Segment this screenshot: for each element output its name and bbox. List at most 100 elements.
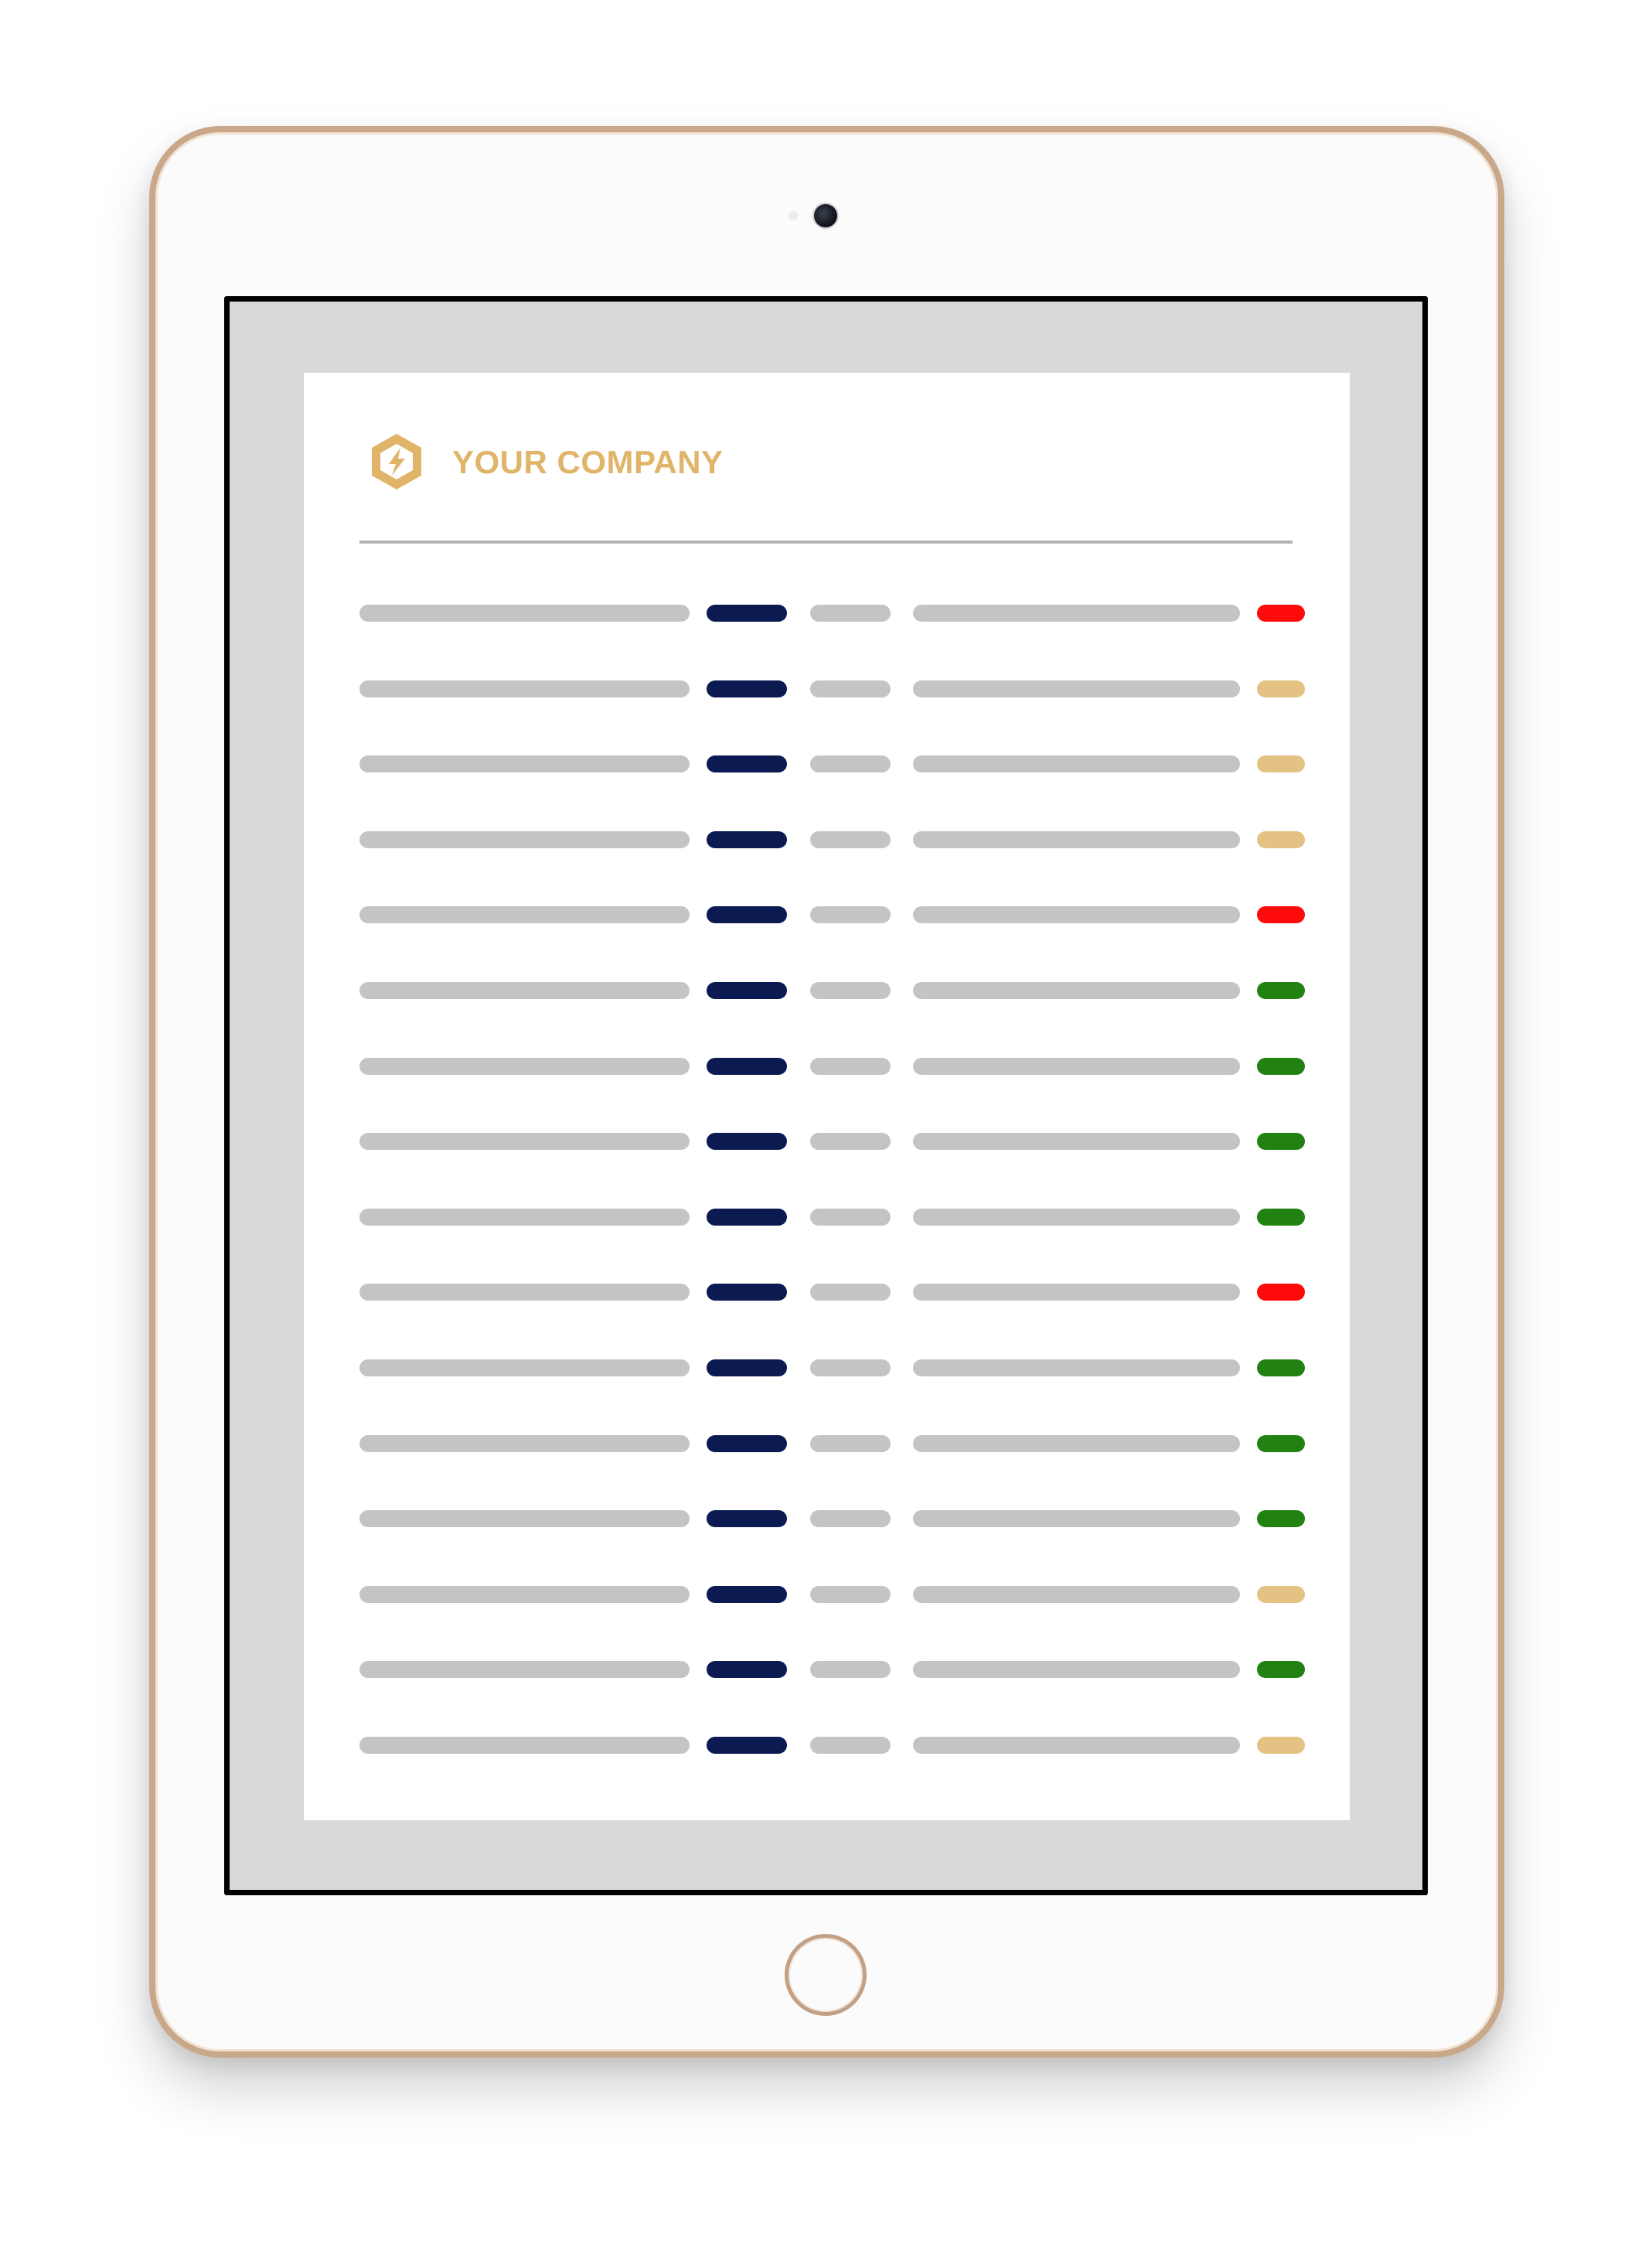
status-badge xyxy=(1257,831,1305,848)
list-item xyxy=(304,831,1350,850)
placeholder-bar xyxy=(913,680,1240,697)
status-badge xyxy=(1257,1133,1305,1150)
status-badge xyxy=(1257,1209,1305,1226)
placeholder-bar xyxy=(707,1586,787,1603)
list-item xyxy=(304,1510,1350,1529)
status-badge xyxy=(1257,906,1305,923)
list-item xyxy=(304,755,1350,774)
placeholder-bar xyxy=(810,680,891,697)
placeholder-bar xyxy=(810,1133,891,1150)
placeholder-bar xyxy=(913,1586,1240,1603)
placeholder-bar xyxy=(359,755,690,772)
placeholder-bar xyxy=(913,1661,1240,1678)
placeholder-bar xyxy=(359,1133,690,1150)
status-badge xyxy=(1257,1284,1305,1301)
placeholder-bar xyxy=(707,906,787,923)
header-divider xyxy=(359,541,1293,544)
status-badge xyxy=(1257,1586,1305,1603)
placeholder-bar xyxy=(810,1510,891,1527)
camera-icon xyxy=(814,204,837,227)
document-page: YOUR COMPANY xyxy=(304,373,1350,1820)
placeholder-bar xyxy=(359,1737,690,1754)
placeholder-bar xyxy=(810,906,891,923)
list-item xyxy=(304,1661,1350,1680)
lightning-hexagon-icon xyxy=(372,434,421,489)
list-item xyxy=(304,605,1350,623)
status-badge xyxy=(1257,1510,1305,1527)
placeholder-bar xyxy=(707,831,787,848)
status-badge xyxy=(1257,1737,1305,1754)
placeholder-bar xyxy=(359,1435,690,1452)
placeholder-bar xyxy=(359,1359,690,1376)
placeholder-bar xyxy=(359,605,690,622)
placeholder-bar xyxy=(810,1737,891,1754)
list-item xyxy=(304,1586,1350,1605)
placeholder-bar xyxy=(913,1435,1240,1452)
placeholder-bar xyxy=(707,605,787,622)
status-badge xyxy=(1257,982,1305,999)
placeholder-bar xyxy=(810,755,891,772)
list-item xyxy=(304,1133,1350,1151)
placeholder-bar xyxy=(913,1133,1240,1150)
placeholder-bar xyxy=(810,831,891,848)
placeholder-bar xyxy=(810,1661,891,1678)
placeholder-bar xyxy=(913,605,1240,622)
placeholder-bar xyxy=(913,1284,1240,1301)
placeholder-bar xyxy=(913,1058,1240,1075)
status-badge xyxy=(1257,1359,1305,1376)
home-button[interactable] xyxy=(785,1934,867,2016)
placeholder-bar xyxy=(913,982,1240,999)
placeholder-bar xyxy=(359,906,690,923)
status-badge xyxy=(1257,1435,1305,1452)
status-badge xyxy=(1257,755,1305,772)
placeholder-bar xyxy=(810,1586,891,1603)
placeholder-bar xyxy=(810,1435,891,1452)
list-item xyxy=(304,1435,1350,1454)
placeholder-bar xyxy=(913,1359,1240,1376)
placeholder-bar xyxy=(359,831,690,848)
placeholder-bar xyxy=(707,1058,787,1075)
list-item xyxy=(304,1359,1350,1378)
placeholder-bar xyxy=(359,1058,690,1075)
placeholder-bar xyxy=(707,680,787,697)
placeholder-bar xyxy=(359,982,690,999)
placeholder-bar xyxy=(810,605,891,622)
placeholder-bar xyxy=(913,1737,1240,1754)
placeholder-bar xyxy=(707,1661,787,1678)
sensor-dot xyxy=(789,211,798,220)
placeholder-bar xyxy=(707,1209,787,1226)
placeholder-bar xyxy=(359,1284,690,1301)
placeholder-bar xyxy=(913,906,1240,923)
list-item xyxy=(304,1058,1350,1076)
status-badge xyxy=(1257,680,1305,697)
list-item xyxy=(304,1209,1350,1227)
company-name: YOUR COMPANY xyxy=(452,444,724,480)
placeholder-bar xyxy=(810,1209,891,1226)
placeholder-bar xyxy=(913,1510,1240,1527)
placeholder-bar xyxy=(359,680,690,697)
placeholder-bar xyxy=(707,982,787,999)
placeholder-bar xyxy=(707,1133,787,1150)
placeholder-bar xyxy=(810,1359,891,1376)
placeholder-bar xyxy=(810,1058,891,1075)
placeholder-bar xyxy=(707,1435,787,1452)
status-badge xyxy=(1257,1058,1305,1075)
placeholder-bar xyxy=(359,1510,690,1527)
placeholder-bar xyxy=(913,831,1240,848)
placeholder-bar xyxy=(810,1284,891,1301)
list-item xyxy=(304,1284,1350,1302)
placeholder-bar xyxy=(707,1284,787,1301)
placeholder-bar xyxy=(359,1586,690,1603)
list-item xyxy=(304,1737,1350,1755)
placeholder-bar xyxy=(359,1209,690,1226)
placeholder-bar xyxy=(913,755,1240,772)
placeholder-bar xyxy=(707,1510,787,1527)
list-item xyxy=(304,906,1350,925)
placeholder-bar xyxy=(359,1661,690,1678)
placeholder-bar xyxy=(913,1209,1240,1226)
placeholder-bar xyxy=(707,1737,787,1754)
list-item xyxy=(304,982,1350,1001)
placeholder-bar xyxy=(810,982,891,999)
list-item xyxy=(304,680,1350,699)
placeholder-bar xyxy=(707,755,787,772)
